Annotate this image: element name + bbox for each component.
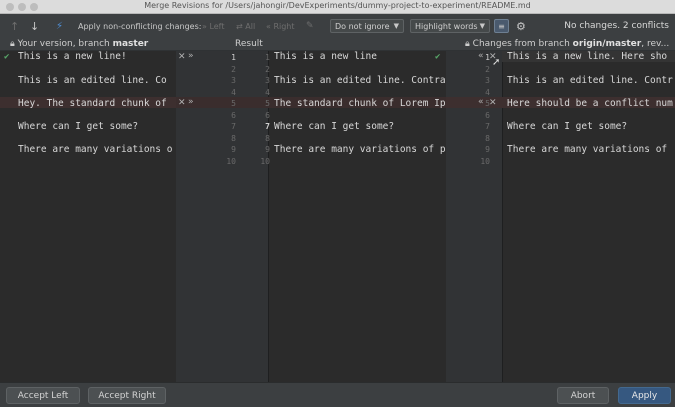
accept-change-chevron-left-icon[interactable]: « (478, 97, 484, 107)
code-line: This is a new line (274, 51, 377, 62)
line-number: 6 (231, 110, 236, 120)
edit-pencil-icon[interactable]: ✎ (306, 14, 314, 38)
right-pane-header: 🔒︎ Changes from branch origin/master, re… (465, 39, 669, 49)
accept-change-chevron-icon[interactable]: » (188, 51, 194, 61)
right-header-prefix: Changes from branch (472, 39, 573, 49)
line-number: 9 (485, 145, 490, 154)
line-number: 4 (231, 87, 236, 97)
code-line: Where can I get some? (18, 121, 139, 132)
code-line: There are many variations of p (274, 144, 446, 155)
code-line: This is an edited line. Contr (507, 75, 673, 86)
center-pane-header: Result (235, 39, 263, 49)
code-line: This is an edited line. Contra (274, 75, 446, 86)
apply-right-button[interactable]: « Right (266, 14, 295, 38)
right-header-suffix: , rev... (641, 39, 670, 49)
apply-button[interactable]: Apply (618, 387, 671, 404)
collapse-unchanged-icon[interactable]: ≡ (494, 19, 509, 33)
window-title: Merge Revisions for /Users/jahongir/DevE… (144, 1, 531, 10)
window-titlebar: Merge Revisions for /Users/jahongir/DevE… (0, 0, 675, 14)
pane-headers: 🔒︎ Your version, branch master Result 🔒︎… (0, 38, 675, 51)
left-code: ✔ This is a new line! This is an edited … (0, 51, 176, 382)
line-number: 1 (231, 53, 236, 62)
accept-change-chevron-left-icon[interactable]: « (478, 51, 484, 61)
right-code: This is a new line. Here sho This is an … (502, 51, 675, 382)
apply-all-label: All (245, 21, 256, 31)
code-line: There are many variations o (18, 144, 173, 155)
ignore-whitespace-value: Do not ignore (335, 21, 390, 31)
apply-all-button[interactable]: ⇄ All (236, 14, 255, 38)
code-line: This is a new line! (18, 51, 127, 62)
line-number: 7 (231, 122, 236, 131)
dialog-button-bar: Accept Left Accept Right Abort Apply (0, 382, 675, 407)
left-header-prefix: Your version, branch (17, 39, 113, 49)
reject-change-x-icon[interactable]: ✕ (489, 98, 497, 108)
line-number: 2 (485, 64, 490, 74)
reject-change-x-icon[interactable]: ✕ (178, 52, 186, 62)
previous-difference-icon[interactable]: ↑ (10, 14, 19, 38)
lock-icon: 🔒︎ (465, 39, 470, 49)
left-header-branch: master (112, 39, 149, 49)
chevron-down-icon: ▼ (479, 22, 485, 30)
apply-left-button[interactable]: » Left (202, 14, 225, 38)
accept-change-chevron-icon[interactable]: » (188, 97, 194, 107)
line-number: 6 (485, 110, 490, 120)
double-chevron-left-icon: « (266, 21, 274, 31)
line-number: 3 (231, 76, 236, 85)
ignore-whitespace-select[interactable]: Do not ignore ▼ (330, 19, 404, 33)
abort-button[interactable]: Abort (557, 387, 609, 404)
apply-left-label: Left (209, 21, 225, 31)
chevron-down-icon: ▼ (393, 22, 399, 30)
code-line: Hey. The standard chunk of (18, 98, 167, 109)
code-line: The standard chunk of Lorem Ip (274, 98, 446, 109)
line-number: 8 (231, 133, 236, 143)
code-line: Where can I get some? (507, 121, 628, 132)
line-number: 10 (226, 156, 236, 166)
code-line: Here should be a conflict num (507, 98, 673, 109)
code-line: Where can I get some? (274, 121, 395, 132)
line-number: 8 (485, 133, 490, 143)
check-icon: ✔ (435, 52, 441, 62)
settings-gear-icon[interactable]: ⚙ (516, 14, 526, 38)
reject-change-x-icon[interactable]: ✕ (178, 98, 186, 108)
merge-all-icon: ⇄ (236, 21, 246, 31)
left-gutter: ✕ » ✕ » 1 2 3 4 5 6 7 8 9 10 1 2 3 4 5 6… (176, 51, 270, 382)
mouse-cursor-icon: ➚ (492, 57, 501, 68)
line-number: 9 (231, 145, 236, 154)
code-line: This is a new line. Here sho (507, 51, 668, 62)
line-number: 10 (480, 156, 490, 166)
right-header-branch: origin/master (572, 39, 642, 49)
line-number: 7 (485, 122, 490, 131)
accept-left-button[interactable]: Accept Left (6, 387, 80, 404)
apply-right-label: Right (273, 21, 295, 31)
lock-icon: 🔒︎ (10, 39, 15, 49)
code-line: This is an edited line. Co (18, 75, 167, 86)
double-chevron-right-icon: » (202, 21, 210, 31)
merge-toolbar: ↑ ↓ ⚡ Apply non-conflicting changes: » L… (0, 14, 675, 38)
line-number: 2 (231, 64, 236, 74)
merge-status-text: No changes. 2 conflicts (564, 21, 669, 31)
highlight-mode-select[interactable]: Highlight words ▼ (410, 19, 490, 33)
magic-resolve-icon[interactable]: ⚡ (56, 14, 63, 38)
highlight-mode-value: Highlight words (415, 21, 478, 31)
center-code: This is a new line This is an edited lin… (268, 51, 446, 382)
check-icon: ✔ (4, 52, 10, 62)
apply-non-conflicting-label: Apply non-conflicting changes: (78, 21, 202, 31)
next-difference-icon[interactable]: ↓ (30, 14, 39, 38)
line-number: 3 (485, 76, 490, 85)
code-line: There are many variations of (507, 144, 668, 155)
line-number: 5 (231, 99, 236, 108)
accept-right-button[interactable]: Accept Right (88, 387, 166, 404)
left-pane-header: 🔒︎ Your version, branch master (10, 39, 148, 49)
right-gutter: 1 2 3 4 5 6 7 8 9 10 « ✕ « ✕ ➚ (446, 51, 502, 382)
